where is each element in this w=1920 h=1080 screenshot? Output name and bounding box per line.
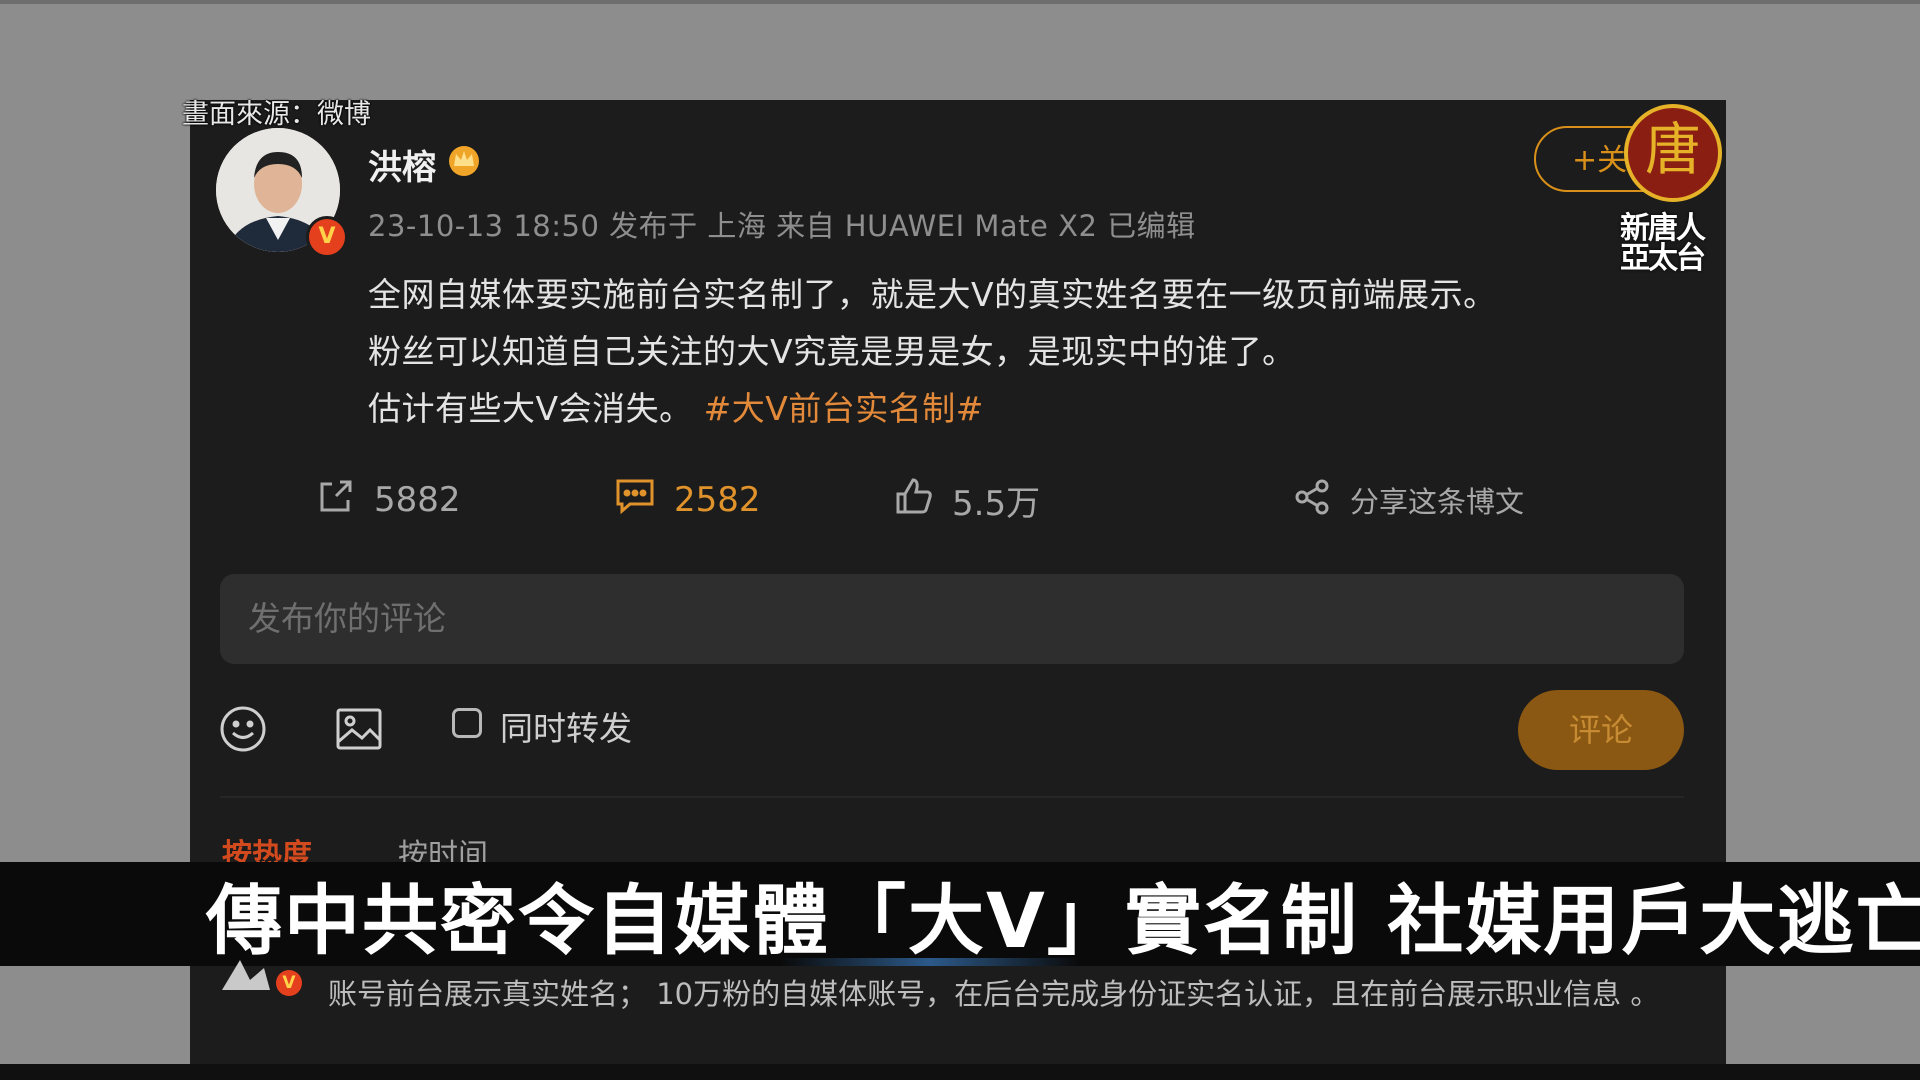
bottom-strip — [0, 1064, 1920, 1080]
comment-count: 2582 — [674, 480, 761, 520]
like-icon — [894, 476, 952, 525]
logo-text: 新唐人 亞太台 — [1620, 214, 1750, 274]
post-meta: 23-10-13 18:50 发布于 上海 来自 HUAWEI Mate X2 … — [368, 209, 1196, 243]
repost-checkbox[interactable] — [452, 708, 482, 738]
repost-checkbox-label: 同时转发 — [500, 709, 632, 748]
post-line: 粉丝可以知道自己关注的大V究竟是男是女，是现实中的谁了。 — [368, 332, 1296, 371]
repost-icon — [316, 476, 374, 525]
action-bar: 5882 2582 5.5万 分享这条博文 — [316, 470, 1616, 530]
post-line: 全网自媒体要实施前台实名制了，就是大V的真实姓名要在一级页前端展示。 — [368, 275, 1497, 314]
verified-badge: V — [306, 216, 348, 258]
like-button[interactable]: 5.5万 — [894, 470, 1040, 530]
source-label: 畫面來源：微博 — [182, 99, 371, 130]
repost-button[interactable]: 5882 — [316, 470, 461, 530]
comment-input[interactable]: 发布你的评论 — [220, 574, 1684, 664]
image-icon[interactable] — [334, 704, 384, 758]
like-count: 5.5万 — [952, 483, 1041, 524]
news-caption: 傳中共密令自媒體「大V」實名制 社媒用戶大逃亡 — [206, 876, 1920, 965]
comment-button[interactable]: 2582 — [614, 470, 761, 530]
logo-glyph: 唐 — [1624, 104, 1722, 202]
station-logo: 唐 新唐人 亞太台 — [1620, 104, 1740, 284]
hashtag-link[interactable]: #大V前台实名制# — [704, 389, 984, 428]
post-line: 估计有些大V会消失。 #大V前台实名制# — [368, 380, 1618, 437]
caption-glow — [780, 958, 1080, 966]
logo-line-2: 亞太台 — [1620, 241, 1706, 276]
logo-line-1: 新唐人 — [1620, 211, 1706, 246]
share-icon — [1292, 477, 1350, 524]
crown-icon — [444, 140, 484, 184]
post-line-text: 估计有些大V会消失。 — [368, 389, 693, 428]
author-name[interactable]: 洪榕 — [368, 140, 436, 189]
comment-icon — [614, 476, 674, 525]
news-caption-bar: 傳中共密令自媒體「大V」實名制 社媒用戶大逃亡 — [0, 862, 1920, 966]
repost-count: 5882 — [374, 480, 461, 520]
top-strip — [0, 0, 1920, 4]
share-button[interactable]: 分享这条博文 — [1292, 470, 1524, 530]
post-body: 全网自媒体要实施前台实名制了，就是大V的真实姓名要在一级页前端展示。 粉丝可以知… — [368, 266, 1618, 437]
divider — [220, 796, 1684, 798]
submit-comment-button[interactable]: 评论 — [1518, 690, 1684, 770]
share-label: 分享这条博文 — [1350, 485, 1525, 519]
first-comment-text: 账号前台展示真实姓名； 10万粉的自媒体账号，在后台完成身份证实名认证，且在前台… — [328, 977, 1660, 1011]
emoji-icon[interactable] — [218, 704, 268, 758]
commenter-verified-badge: V — [276, 970, 302, 996]
commenter-avatar[interactable] — [220, 950, 272, 996]
